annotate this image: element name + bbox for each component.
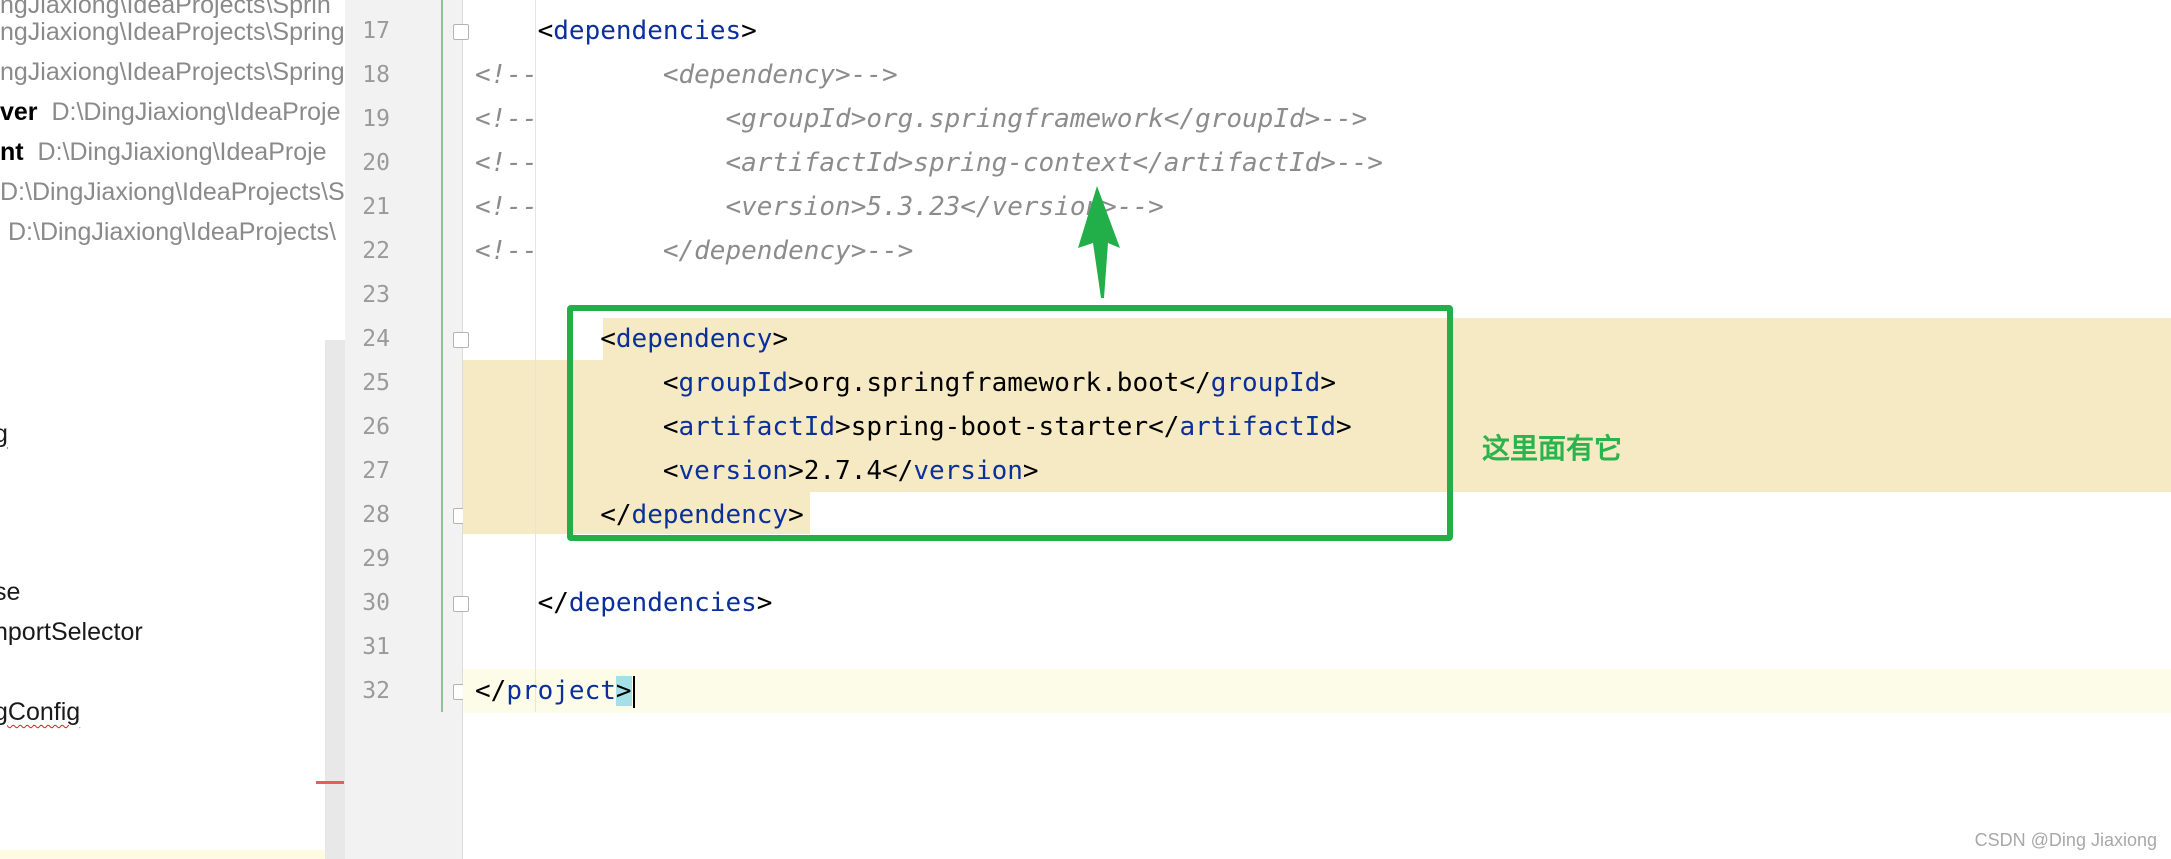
line-number: 23: [362, 282, 390, 308]
line-number: 31: [362, 634, 390, 660]
line-number: 18: [362, 62, 390, 88]
line-number: 28: [362, 502, 390, 528]
line-number: 21: [362, 194, 390, 220]
current-line-highlight: [463, 669, 2171, 713]
line-number: 27: [362, 458, 390, 484]
line-number: 25: [362, 370, 390, 396]
tree-row[interactable]: ngJiaxiong\IdeaProjects\Spring: [0, 12, 345, 52]
annotation-label: 这里面有它: [1482, 432, 1623, 465]
tree-row[interactable]: gConfig: [0, 692, 80, 732]
project-tree-panel[interactable]: ngJiaxiong\IdeaProjects\Sprin ngJiaxiong…: [0, 0, 345, 859]
code-line[interactable]: <!-- <version>5.3.23</version>-->: [475, 185, 1164, 229]
code-line[interactable]: </project>: [475, 669, 635, 713]
tree-row[interactable]: se: [0, 572, 20, 612]
error-stripe-marker[interactable]: [316, 781, 344, 784]
code-line[interactable]: <!-- <dependency>-->: [475, 53, 898, 97]
selected-row-strip: [0, 850, 325, 859]
tree-row[interactable]: D:\DingJiaxiong\IdeaProjects\S: [0, 172, 345, 212]
line-number: 17: [362, 18, 390, 44]
line-number: 30: [362, 590, 390, 616]
line-number: 26: [362, 414, 390, 440]
watermark: CSDN @Ding Jiaxiong: [1974, 830, 2157, 850]
code-line[interactable]: <!-- <artifactId>spring-context</artifac…: [475, 141, 1383, 185]
tree-row[interactable]: D:\DingJiaxiong\IdeaProjects\: [8, 212, 336, 252]
line-number-gutter[interactable]: 17 18 19 20 21 22 23 24 25 26 27 28 29 3…: [345, 0, 469, 859]
text-caret: [632, 675, 635, 708]
line-number: 24: [362, 326, 390, 352]
line-number: 20: [362, 150, 390, 176]
code-line[interactable]: <!-- </dependency>-->: [475, 229, 913, 273]
line-number: 19: [362, 106, 390, 132]
tree-row[interactable]: ngJiaxiong\IdeaProjects\Spring: [0, 52, 345, 92]
tree-row[interactable]: g: [0, 414, 8, 454]
line-number: 32: [362, 678, 390, 704]
vcs-change-marker[interactable]: [441, 0, 443, 712]
line-number: 29: [362, 546, 390, 572]
annotation-box: [567, 305, 1453, 541]
code-line[interactable]: <dependencies>: [475, 9, 757, 53]
code-line[interactable]: <!-- <groupId>org.springframework</group…: [475, 97, 1367, 141]
line-number: 22: [362, 238, 390, 264]
tree-row[interactable]: nt D:\DingJiaxiong\IdeaProje: [0, 132, 327, 172]
tree-row[interactable]: nportSelector: [0, 612, 143, 652]
code-line[interactable]: </dependencies>: [475, 581, 773, 625]
tree-row[interactable]: ver D:\DingJiaxiong\IdeaProje: [0, 92, 341, 132]
